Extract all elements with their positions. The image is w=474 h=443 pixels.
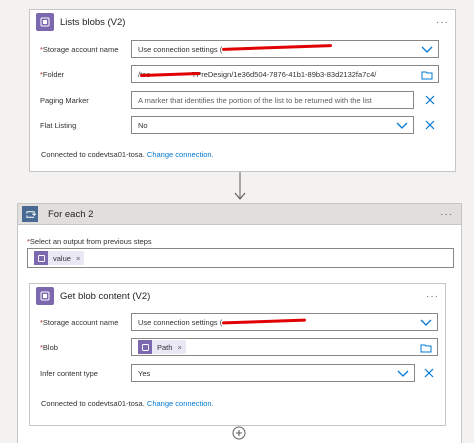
remove-token-icon[interactable]: ×	[177, 343, 181, 352]
add-icon[interactable]	[232, 426, 246, 440]
value-token[interactable]: value ×	[34, 251, 85, 265]
select-output-input[interactable]: value ×	[27, 248, 454, 268]
storage-account-value: Use connection settings (	[138, 317, 223, 327]
paging-marker-input[interactable]: A marker that identifies the portion of …	[131, 91, 414, 109]
more-options-icon[interactable]: ···	[440, 209, 453, 220]
chevron-down-icon	[421, 46, 433, 53]
flat-listing-value: No	[138, 120, 148, 130]
storage-account-label: Storage account name	[42, 317, 119, 327]
blob-storage-icon	[36, 287, 54, 305]
infer-content-value: Yes	[138, 368, 151, 378]
more-options-icon[interactable]: ···	[426, 291, 439, 302]
value-token-label: value	[53, 253, 71, 263]
blob-storage-icon	[36, 13, 54, 31]
loop-icon	[22, 206, 38, 222]
path-token[interactable]: Path ×	[138, 340, 186, 354]
get-blob-header[interactable]: Get blob content (V2) ···	[30, 284, 445, 308]
storage-account-value: Use connection settings (	[138, 44, 223, 54]
blob-label: Blob	[42, 342, 58, 352]
storage-account-label: Storage account name	[42, 44, 119, 54]
lists-blobs-card: Lists blobs (V2) ··· *Storage account na…	[29, 9, 456, 172]
more-options-icon[interactable]: ···	[436, 17, 449, 28]
paging-marker-label: Paging Marker	[40, 95, 89, 105]
folder-label: Folder	[42, 69, 65, 79]
close-icon[interactable]	[424, 119, 436, 131]
chevron-down-icon	[397, 370, 409, 377]
connection-info: Connected to codevtsa01-tosa. Change con…	[41, 399, 214, 408]
infer-content-select[interactable]: Yes	[131, 364, 415, 382]
blob-storage-icon	[34, 251, 48, 265]
folder-icon[interactable]	[420, 343, 432, 353]
path-token-label: Path	[157, 342, 173, 352]
infer-content-label: Infer content type	[40, 368, 98, 378]
for-each-header[interactable]: For each 2 ···	[17, 203, 462, 225]
folder-icon[interactable]	[421, 70, 433, 80]
chevron-down-icon	[396, 122, 408, 129]
get-blob-card: Get blob content (V2) ··· *Storage accou…	[29, 283, 446, 426]
select-output-label-text: Select an output from previous steps	[29, 237, 152, 246]
blob-input[interactable]: Path ×	[131, 338, 438, 356]
for-each-title: For each 2	[48, 208, 94, 220]
connected-text: Connected to codevtsa01-tosa.	[41, 399, 145, 408]
lists-blobs-title: Lists blobs (V2)	[60, 16, 126, 28]
flat-listing-select[interactable]: No	[131, 116, 414, 134]
storage-account-select[interactable]: Use connection settings (	[131, 40, 439, 58]
connection-info: Connected to codevtsa01-tosa. Change con…	[41, 150, 214, 159]
chevron-down-icon	[420, 319, 432, 326]
connected-text: Connected to codevtsa01-tosa.	[41, 150, 145, 159]
close-icon[interactable]	[424, 94, 436, 106]
flat-listing-label: Flat Listing	[40, 120, 77, 130]
paging-marker-placeholder: A marker that identifies the portion of …	[138, 95, 372, 105]
blob-storage-icon	[138, 340, 152, 354]
remove-token-icon[interactable]: ×	[76, 254, 80, 263]
change-connection-link[interactable]: Change connection.	[147, 399, 214, 408]
close-icon[interactable]	[423, 367, 435, 379]
get-blob-title: Get blob content (V2)	[60, 290, 151, 302]
lists-blobs-header[interactable]: Lists blobs (V2) ···	[30, 10, 455, 34]
select-output-label: *Select an output from previous steps	[27, 237, 152, 246]
arrow-down-icon	[234, 172, 246, 200]
change-connection-link[interactable]: Change connection.	[147, 150, 214, 159]
